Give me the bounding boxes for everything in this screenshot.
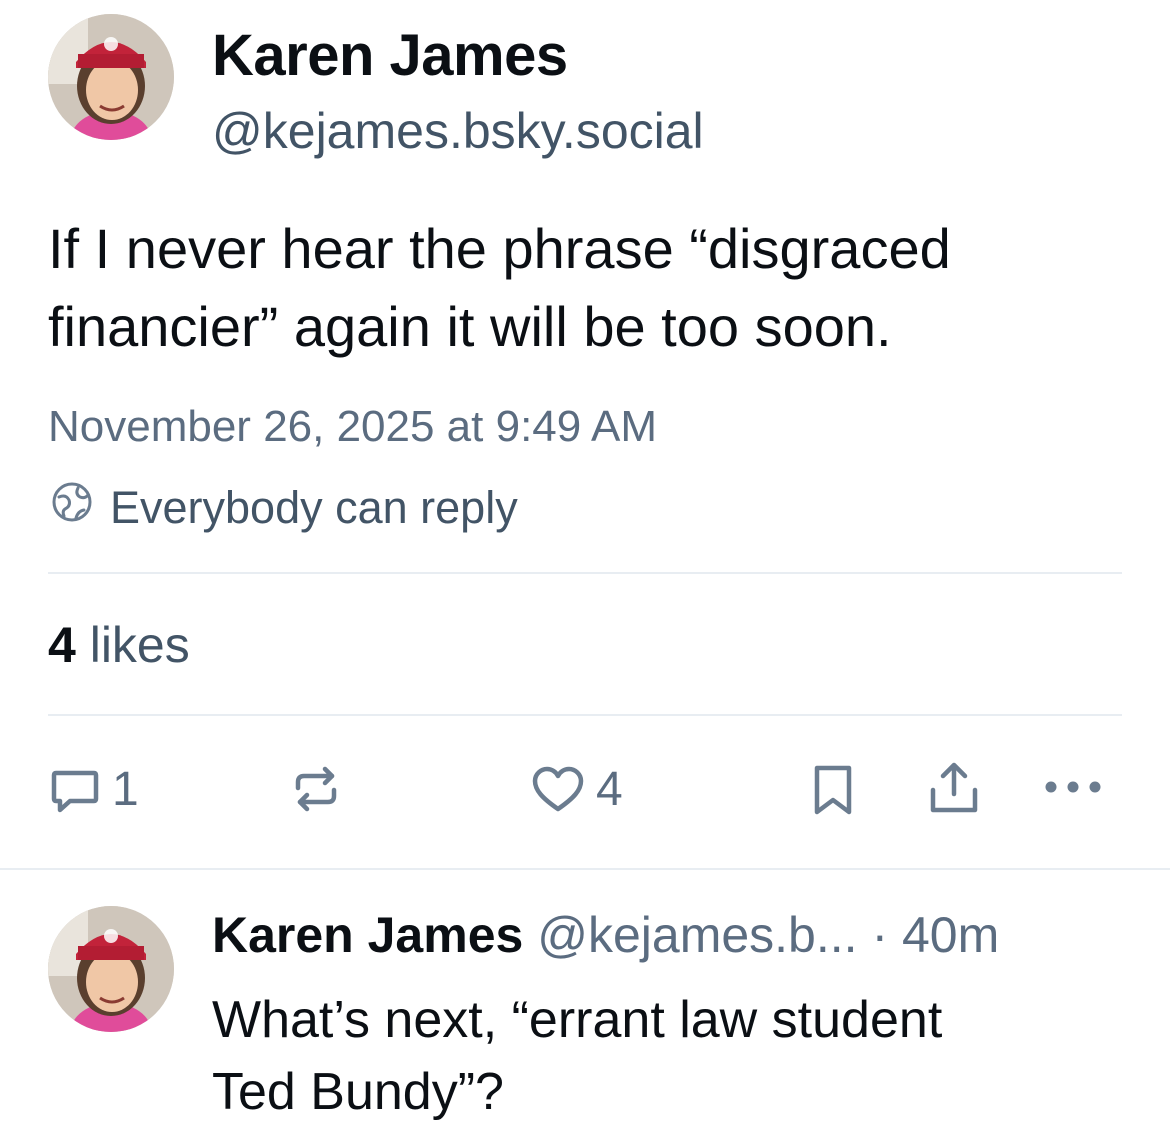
likes-label: likes <box>89 617 190 673</box>
globe-icon <box>50 480 94 535</box>
post-text-line: financier” again it will be too soon. <box>48 295 892 358</box>
like-count: 4 <box>596 763 623 816</box>
reply-setting[interactable]: Everybody can reply <box>50 480 518 535</box>
author-avatar[interactable] <box>48 14 174 140</box>
reply-count: 1 <box>112 763 139 816</box>
reply-icon <box>48 763 102 817</box>
thread-divider <box>0 868 1170 870</box>
reply-author-handle[interactable]: @kejames.b... <box>537 907 857 963</box>
repost-icon <box>288 762 344 816</box>
reply-author-avatar[interactable] <box>48 906 174 1032</box>
post-text: If I never hear the phrase “disgraced fi… <box>48 210 1128 366</box>
divider <box>48 572 1122 574</box>
more-icon <box>1040 772 1106 802</box>
post-text-line: If I never hear the phrase “disgraced <box>48 217 951 280</box>
reply-setting-label: Everybody can reply <box>110 481 518 533</box>
author-handle[interactable]: @kejames.bsky.social <box>212 102 704 160</box>
reply-separator: · <box>871 907 889 963</box>
reply-button[interactable]: 1 <box>48 762 139 817</box>
more-options-button[interactable] <box>1040 772 1106 802</box>
reply-text-line: What’s next, “errant law student <box>212 991 943 1049</box>
repost-button[interactable] <box>288 762 344 816</box>
bookmark-button[interactable] <box>808 762 858 818</box>
likes-count: 4 <box>48 617 76 673</box>
divider <box>48 714 1122 716</box>
like-icon <box>530 763 586 817</box>
reply-text-line: Ted Bundy”? <box>212 1063 504 1121</box>
reply-header: Karen James @kejames.b... · 40m <box>212 906 999 964</box>
reply-author-name[interactable]: Karen James <box>212 907 523 963</box>
likes-summary[interactable]: 4 likes <box>48 616 190 674</box>
like-button[interactable]: 4 <box>530 762 623 817</box>
reply-text: What’s next, “errant law student Ted Bun… <box>212 984 1132 1128</box>
reply-age: 40m <box>902 907 1000 963</box>
share-button[interactable] <box>926 760 982 818</box>
post-timestamp: November 26, 2025 at 9:49 AM <box>48 402 658 451</box>
bookmark-icon <box>808 762 858 818</box>
share-icon <box>926 760 982 818</box>
author-name[interactable]: Karen James <box>212 22 568 89</box>
